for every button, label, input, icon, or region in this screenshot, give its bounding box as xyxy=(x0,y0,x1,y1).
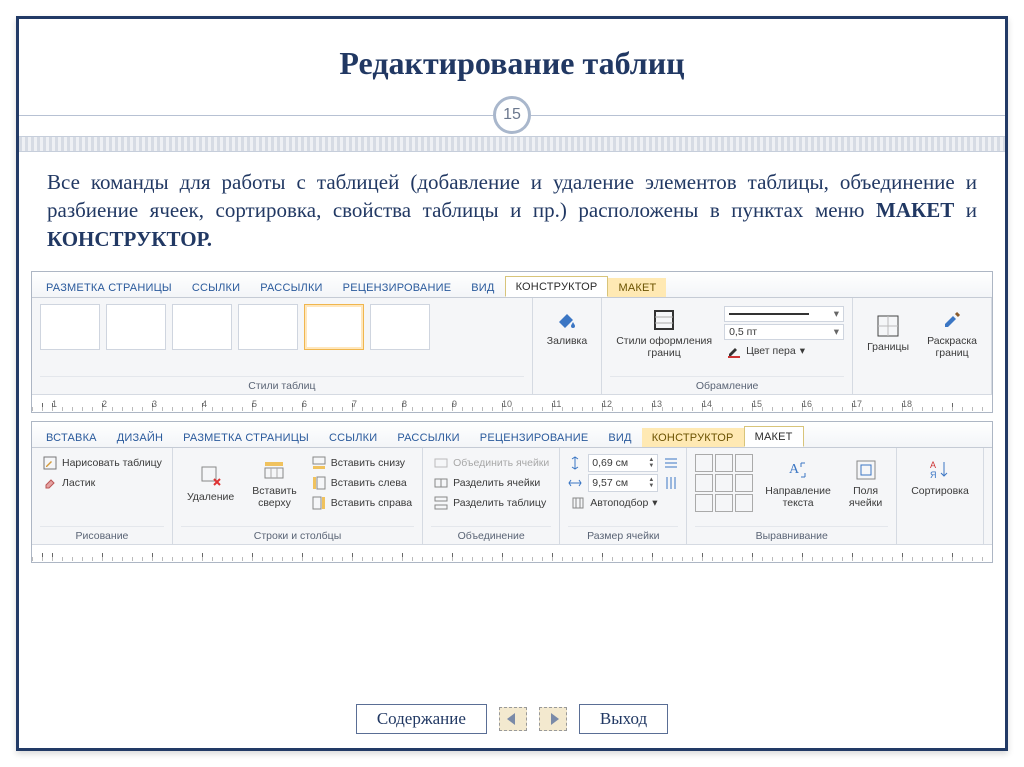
svg-text:A: A xyxy=(789,462,800,477)
eraser-button[interactable]: Ластик xyxy=(40,474,164,492)
ribbon-layout-screenshot: ВСТАВКА ДИЗАЙН РАЗМЕТКА СТРАНИЦЫ ССЫЛКИ … xyxy=(31,421,993,563)
prev-slide-button[interactable] xyxy=(499,707,527,731)
tab-insert[interactable]: ВСТАВКА xyxy=(36,428,107,447)
paint-brush-icon xyxy=(938,306,966,334)
merge-cells-button[interactable]: Объединить ячейки xyxy=(431,454,551,472)
pen-color-button[interactable]: Цвет пера ▾ xyxy=(724,342,844,360)
insert-right-button[interactable]: Вставить справа xyxy=(309,494,414,512)
autofit-icon xyxy=(570,495,586,511)
tab-constructor[interactable]: КОНСТРУКТОР xyxy=(505,276,609,297)
border-styles-icon xyxy=(650,306,678,334)
eraser-icon xyxy=(42,475,58,491)
sort-icon: АЯ xyxy=(926,456,954,484)
borders-button[interactable]: Границы xyxy=(861,310,915,356)
ribbon-tabs: ВСТАВКА ДИЗАЙН РАЗМЕТКА СТРАНИЦЫ ССЫЛКИ … xyxy=(32,422,992,448)
group-label-drawing: Рисование xyxy=(40,526,164,542)
tab-mailings[interactable]: РАССЫЛКИ xyxy=(387,428,469,447)
group-label-merge: Объединение xyxy=(431,526,551,542)
line-sample-icon xyxy=(729,313,809,315)
border-weight-dropdown[interactable]: 0,5 пт▾ xyxy=(724,324,844,340)
merge-cells-icon xyxy=(433,455,449,471)
tab-review[interactable]: РЕЦЕНЗИРОВАНИЕ xyxy=(333,278,462,297)
insert-above-button[interactable]: Вставить сверху xyxy=(246,454,303,511)
group-label-table-styles: Стили таблиц xyxy=(40,376,524,392)
sort-button[interactable]: АЯ Сортировка xyxy=(905,454,975,500)
split-table-button[interactable]: Разделить таблицу xyxy=(431,494,551,512)
horizontal-ruler xyxy=(32,544,992,562)
col-width-icon xyxy=(568,476,582,490)
tab-constructor[interactable]: КОНСТРУКТОР xyxy=(642,428,744,447)
tab-page-layout[interactable]: РАЗМЕТКА СТРАНИЦЫ xyxy=(173,428,319,447)
insert-below-button[interactable]: Вставить снизу xyxy=(309,454,414,472)
draw-table-button[interactable]: Нарисовать таблицу xyxy=(40,454,164,472)
divider xyxy=(531,115,1005,116)
split-cells-icon xyxy=(433,475,449,491)
table-style-option[interactable] xyxy=(172,304,232,350)
group-label-alignment: Выравнивание xyxy=(695,526,888,542)
insert-col-left-icon xyxy=(311,475,327,491)
tab-references[interactable]: ССЫЛКИ xyxy=(182,278,250,297)
group-label-cellsize: Размер ячейки xyxy=(568,526,678,542)
group-label-rowscols: Строки и столбцы xyxy=(181,526,414,542)
border-styles-button[interactable]: Стили оформления границ xyxy=(610,304,718,361)
svg-text:А: А xyxy=(930,460,936,470)
shading-button[interactable]: Заливка xyxy=(541,304,593,350)
pencil-table-icon xyxy=(42,455,58,471)
tab-references[interactable]: ССЫЛКИ xyxy=(319,428,387,447)
table-style-option[interactable] xyxy=(370,304,430,350)
text-direction-icon: A xyxy=(784,456,812,484)
border-style-dropdown[interactable]: ▾ xyxy=(724,306,844,322)
table-styles-gallery[interactable] xyxy=(40,304,524,350)
row-height-spinner[interactable]: 0,69 см▲▼ xyxy=(588,454,658,472)
table-style-option[interactable] xyxy=(106,304,166,350)
alignment-grid[interactable] xyxy=(695,454,753,512)
slide-number-badge: 15 xyxy=(493,96,531,134)
next-slide-button[interactable] xyxy=(539,707,567,731)
ribbon-tabs: РАЗМЕТКА СТРАНИЦЫ ССЫЛКИ РАССЫЛКИ РЕЦЕНЗ… xyxy=(32,272,992,298)
distribute-cols-icon[interactable] xyxy=(664,476,678,490)
paint-bucket-icon xyxy=(553,306,581,334)
group-label-framing: Обрамление xyxy=(610,376,844,392)
distribute-rows-icon[interactable] xyxy=(664,456,678,470)
tab-layout[interactable]: МАКЕТ xyxy=(608,278,666,297)
exit-button[interactable]: Выход xyxy=(579,704,668,734)
border-painter-button[interactable]: Раскраска границ xyxy=(921,304,983,361)
table-style-option-selected[interactable] xyxy=(304,304,364,350)
tab-page-layout[interactable]: РАЗМЕТКА СТРАНИЦЫ xyxy=(36,278,182,297)
slide-title: Редактирование таблиц xyxy=(19,19,1005,96)
delete-button[interactable]: Удаление xyxy=(181,460,240,506)
tab-view[interactable]: ВИД xyxy=(598,428,641,447)
tab-design[interactable]: ДИЗАЙН xyxy=(107,428,173,447)
divider xyxy=(19,115,493,116)
col-width-spinner[interactable]: 9,57 см▲▼ xyxy=(588,474,658,492)
pen-color-icon xyxy=(726,343,742,359)
text-direction-button[interactable]: A Направление текста xyxy=(759,454,837,511)
tab-view[interactable]: ВИД xyxy=(461,278,504,297)
table-style-option[interactable] xyxy=(238,304,298,350)
row-height-icon xyxy=(568,456,582,470)
insert-col-right-icon xyxy=(311,495,327,511)
split-cells-button[interactable]: Разделить ячейки xyxy=(431,474,551,492)
borders-icon xyxy=(874,312,902,340)
cell-margins-icon xyxy=(852,456,880,484)
ribbon-constructor-screenshot: РАЗМЕТКА СТРАНИЦЫ ССЫЛКИ РАССЫЛКИ РЕЦЕНЗ… xyxy=(31,271,993,413)
horizontal-ruler: 123456789101112131415161718 xyxy=(32,394,992,412)
tab-layout[interactable]: МАКЕТ xyxy=(744,426,804,447)
decorative-stripe xyxy=(19,136,1005,152)
insert-row-below-icon xyxy=(311,455,327,471)
table-style-option[interactable] xyxy=(40,304,100,350)
autofit-button[interactable]: Автоподбор ▾ xyxy=(568,494,678,512)
split-table-icon xyxy=(433,495,449,511)
delete-table-icon xyxy=(197,462,225,490)
tab-review[interactable]: РЕЦЕНЗИРОВАНИЕ xyxy=(470,428,599,447)
cell-margins-button[interactable]: Поля ячейки xyxy=(843,454,888,511)
slide-description: Все команды для работы с таблицей (добав… xyxy=(19,152,1005,263)
insert-left-button[interactable]: Вставить слева xyxy=(309,474,414,492)
contents-button[interactable]: Содержание xyxy=(356,704,487,734)
tab-mailings[interactable]: РАССЫЛКИ xyxy=(250,278,332,297)
insert-row-above-icon xyxy=(260,456,288,484)
svg-text:Я: Я xyxy=(930,470,937,480)
